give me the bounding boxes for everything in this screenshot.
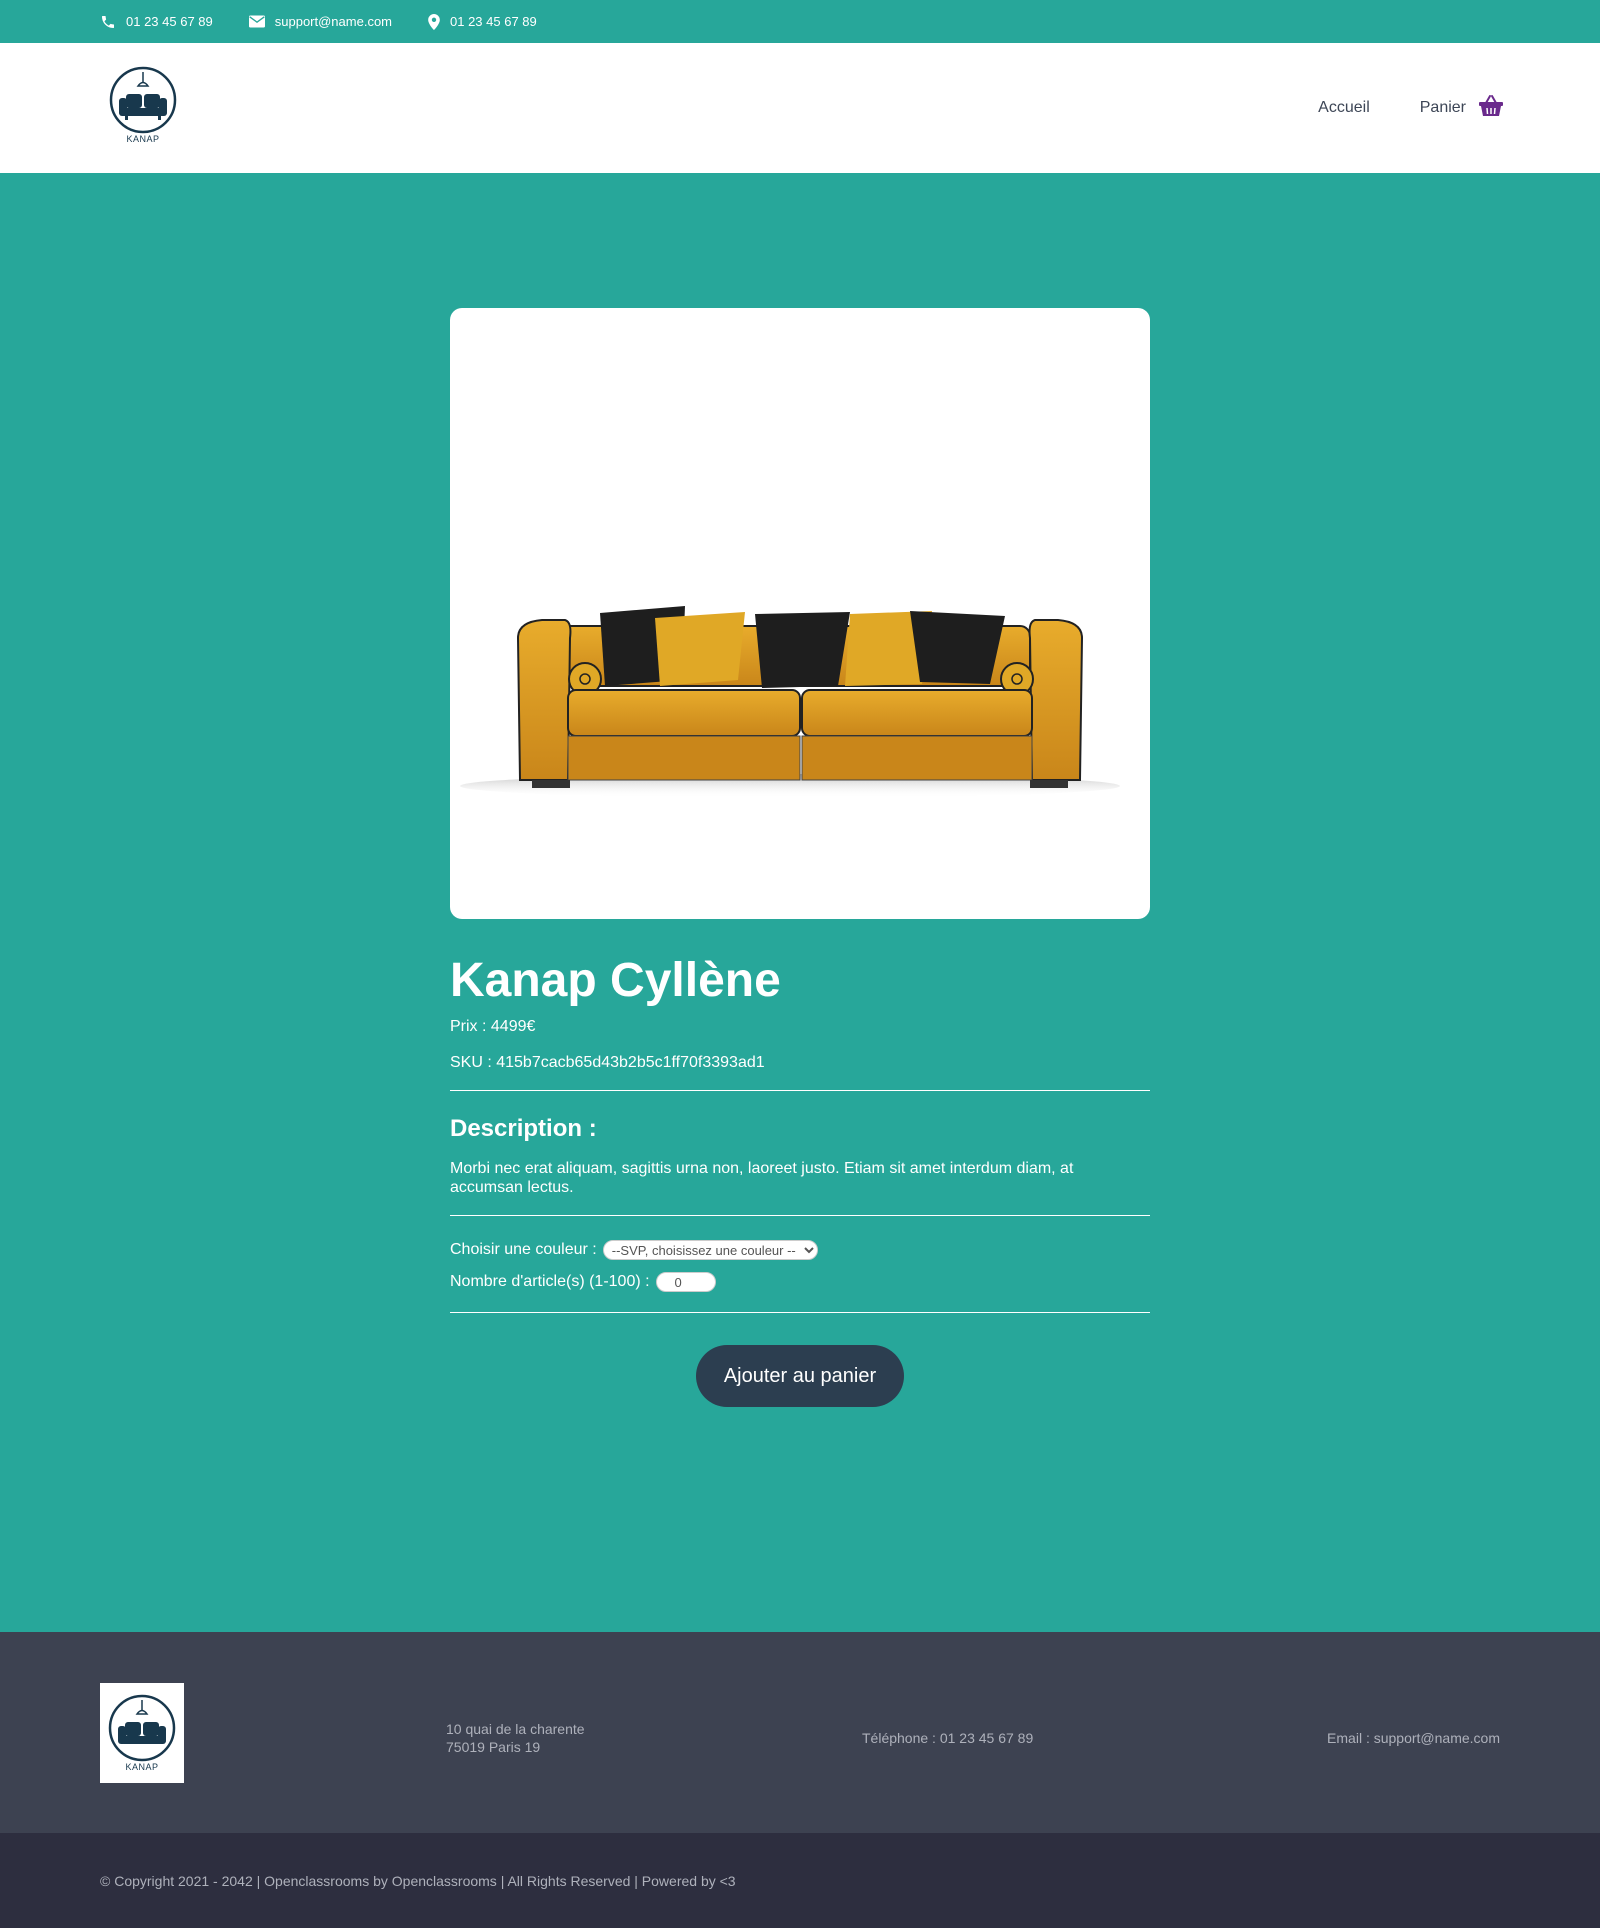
footer-address: 10 quai de la charente 75019 Paris 19	[446, 1720, 585, 1756]
sofa-logo-icon	[108, 1694, 176, 1761]
contact-email-text: support@name.com	[274, 14, 392, 29]
main-nav: Accueil Panier	[1318, 94, 1504, 123]
description-heading: Description :	[450, 1114, 597, 1142]
divider	[450, 1312, 1150, 1314]
contact-email: support@name.com	[248, 14, 392, 29]
product-sku: SKU : 415b7cacb65d43b2b5c1ff70f3393ad1	[450, 1053, 765, 1071]
sofa-logo-icon	[109, 66, 177, 134]
contact-location-text: 01 23 45 67 89	[450, 14, 537, 29]
contact-location: 01 23 45 67 89	[428, 13, 537, 30]
footer-phone: Téléphone : 01 23 45 67 89	[862, 1730, 1034, 1746]
nav-cart-link[interactable]: Panier	[1420, 94, 1504, 123]
description-text: Morbi nec erat aliquam, sagittis urna no…	[450, 1159, 1074, 1196]
quantity-row: Nombre d'article(s) (1-100) :	[450, 1272, 1150, 1293]
color-label: Choisir une couleur :	[450, 1241, 597, 1259]
logo-text: KANAP	[126, 134, 160, 144]
mail-icon	[248, 15, 265, 28]
contact-phone-text: 01 23 45 67 89	[126, 14, 213, 29]
nav-cart-label: Panier	[1419, 99, 1466, 116]
quantity-label: Nombre d'article(s) (1-100) :	[450, 1273, 650, 1291]
product-image-card	[450, 308, 1150, 919]
quantity-input[interactable]	[655, 1272, 716, 1293]
site-footer: KANAP 10 quai de la charente 75019 Paris…	[0, 1632, 1600, 1833]
footer-logo-text: KANAP	[125, 1761, 159, 1772]
divider	[450, 1215, 1150, 1217]
color-select[interactable]: --SVP, choisissez une couleur --	[602, 1240, 818, 1261]
product-page: Kanap Cyllène Prix : 4499€ SKU : 415b7ca…	[0, 173, 1600, 1632]
add-to-cart-wrap: Ajouter au panier	[450, 1345, 1150, 1408]
add-to-cart-button[interactable]: Ajouter au panier	[695, 1345, 905, 1408]
phone-icon	[100, 14, 116, 30]
color-row: Choisir une couleur : --SVP, choisissez …	[450, 1240, 1150, 1261]
divider	[450, 1089, 1150, 1091]
footer-logo[interactable]: KANAP	[100, 1682, 184, 1783]
copyright-bar: © Copyright 2021 - 2042 | Openclassrooms…	[0, 1833, 1600, 1928]
nav-home-link[interactable]: Accueil	[1318, 99, 1370, 117]
location-icon	[428, 13, 440, 30]
product-price: Prix : 4499€	[450, 1017, 536, 1035]
cart-icon	[1478, 94, 1504, 123]
footer-email: Email : support@name.com	[1327, 1730, 1500, 1746]
footer-address-line1: 10 quai de la charente	[446, 1721, 585, 1737]
sofa-product-image	[460, 606, 1120, 798]
contact-phone: 01 23 45 67 89	[100, 14, 213, 30]
footer-address-line2: 75019 Paris 19	[446, 1739, 541, 1755]
top-contact-bar: 01 23 45 67 89 support@name.com 01 23 45…	[0, 0, 1600, 43]
product-title: Kanap Cyllène	[450, 954, 781, 1007]
site-header: KANAP Accueil Panier	[0, 43, 1600, 173]
product-details: Kanap Cyllène Prix : 4499€ SKU : 415b7ca…	[450, 308, 1150, 1408]
copyright-text: © Copyright 2021 - 2042 | Openclassrooms…	[100, 1872, 736, 1889]
site-logo[interactable]: KANAP	[108, 66, 178, 150]
